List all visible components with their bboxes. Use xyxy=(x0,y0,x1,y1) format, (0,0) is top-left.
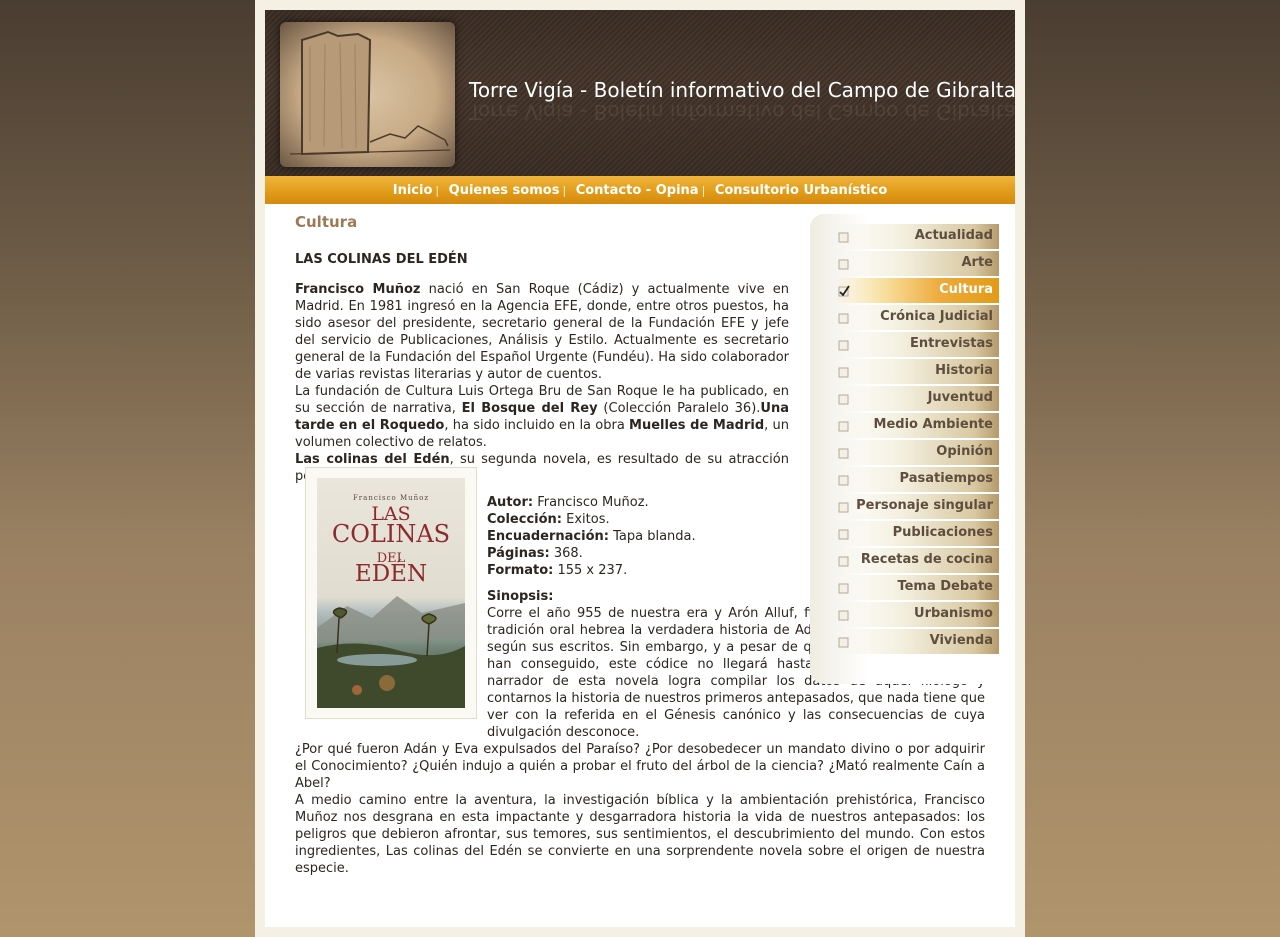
category-list: Actualidad Arte Cultura Crónica Judicial… xyxy=(834,224,999,656)
nav-inicio[interactable]: Inicio xyxy=(393,183,433,198)
site-title-reflection: Torre Vigía - Boletín informativo del Ca… xyxy=(469,100,1015,124)
sidebar-item-urbanismo[interactable]: Urbanismo xyxy=(834,602,999,627)
nav-separator: | xyxy=(435,184,440,197)
sinopsis-heading: Sinopsis: xyxy=(487,589,554,604)
sidebar-item-personaje-singular[interactable]: Personaje singular xyxy=(834,494,999,519)
book-cover: Francisco Muñoz LAS COLINAS DEL EDÉN xyxy=(317,478,465,708)
sidebar-item-label: Entrevistas xyxy=(910,336,993,351)
page-icon xyxy=(838,232,849,243)
nav-quienes-somos[interactable]: Quienes somos xyxy=(449,183,560,198)
page-icon xyxy=(838,394,849,405)
landscape-illustration xyxy=(317,596,465,708)
author-name: Francisco Muñoz xyxy=(295,282,421,297)
page-icon xyxy=(838,475,849,486)
sidebar-item-pasatiempos[interactable]: Pasatiempos xyxy=(834,467,999,492)
page-inner: Torre Vigía - Boletín informativo del Ca… xyxy=(265,10,1015,927)
tower-icon xyxy=(289,30,451,156)
page-icon xyxy=(838,367,849,378)
sidebar-item-recetas-de-cocina[interactable]: Recetas de cocina xyxy=(834,548,999,573)
page-frame: Torre Vigía - Boletín informativo del Ca… xyxy=(255,0,1025,937)
sidebar-item-label: Opinión xyxy=(936,444,993,459)
sidebar-item-entrevistas[interactable]: Entrevistas xyxy=(834,332,999,357)
page-icon xyxy=(838,313,849,324)
sidebar-item-arte[interactable]: Arte xyxy=(834,251,999,276)
meta-value: Exitos. xyxy=(562,512,610,527)
meta-value: 368. xyxy=(549,546,583,561)
page-icon xyxy=(838,610,849,621)
intro-text-2c: (Colección Paralelo 36). xyxy=(597,401,761,416)
sidebar-item-medio-ambiente[interactable]: Medio Ambiente xyxy=(834,413,999,438)
page-icon xyxy=(838,556,849,567)
sidebar-item-label: Actualidad xyxy=(914,228,993,243)
page-icon xyxy=(838,583,849,594)
sidebar-item-actualidad[interactable]: Actualidad xyxy=(834,224,999,249)
sidebar-item-historia[interactable]: Historia xyxy=(834,359,999,384)
sidebar-item-label: Vivienda xyxy=(929,633,993,648)
intro-text-2e: , ha sido incluido en la obra xyxy=(444,418,630,433)
article-intro: Francisco Muñoz nació en San Roque (Cádi… xyxy=(295,281,789,451)
sidebar-item-vivienda[interactable]: Vivienda xyxy=(834,629,999,654)
book-title-muelles: Muelles de Madrid xyxy=(629,418,765,433)
sidebar-item-label: Personaje singular xyxy=(856,498,993,513)
page-icon xyxy=(838,448,849,459)
sidebar-item-opinion[interactable]: Opinión xyxy=(834,440,999,465)
sidebar-item-label: Juventud xyxy=(927,390,993,405)
sidebar-item-tema-debate[interactable]: Tema Debate xyxy=(834,575,999,600)
sidebar-item-label: Pasatiempos xyxy=(899,471,993,486)
category-sidebar: Actualidad Arte Cultura Crónica Judicial… xyxy=(810,214,1003,684)
book-cover-image: Francisco Muñoz LAS COLINAS DEL EDÉN xyxy=(305,467,477,719)
page-icon xyxy=(838,637,849,648)
meta-label: Páginas: xyxy=(487,546,550,561)
nav-separator: | xyxy=(562,184,567,197)
page-icon xyxy=(838,259,849,270)
site-title: Torre Vigía - Boletín informativo del Ca… xyxy=(469,78,1015,102)
meta-label: Colección: xyxy=(487,512,562,527)
book-title-colinas: Las colinas del Edén xyxy=(295,452,450,467)
sidebar-item-label: Publicaciones xyxy=(892,525,993,540)
intro-text-1: nació en San Roque (Cádiz) y actualmente… xyxy=(295,282,789,382)
site-header: Torre Vigía - Boletín informativo del Ca… xyxy=(265,10,1015,176)
sidebar-item-cultura[interactable]: Cultura xyxy=(834,278,999,303)
meta-value: Tapa blanda. xyxy=(608,529,696,544)
page-icon xyxy=(838,529,849,540)
sidebar-item-label: Arte xyxy=(961,255,993,270)
sidebar-item-label: Medio Ambiente xyxy=(873,417,993,432)
meta-label: Autor: xyxy=(487,495,534,510)
sidebar-item-label: Crónica Judicial xyxy=(880,309,993,324)
nav-separator: | xyxy=(701,184,706,197)
meta-label: Encuadernación: xyxy=(487,529,609,544)
tower-logo[interactable] xyxy=(280,22,455,167)
checkmark-icon xyxy=(838,285,850,297)
page-icon xyxy=(838,502,849,513)
sinopsis-paragraph-3: A medio camino entre la aventura, la inv… xyxy=(295,793,985,876)
book-title-bosque: El Bosque del Rey xyxy=(461,401,598,416)
sidebar-item-juventud[interactable]: Juventud xyxy=(834,386,999,411)
sidebar-item-label: Historia xyxy=(935,363,993,378)
intro-paragraph-1: Francisco Muñoz nació en San Roque (Cádi… xyxy=(295,281,789,383)
page-icon xyxy=(838,421,849,432)
meta-label: Formato: xyxy=(487,563,554,578)
intro-paragraph-2: La fundación de Cultura Luis Ortega Bru … xyxy=(295,383,789,451)
sidebar-item-label: Tema Debate xyxy=(897,579,993,594)
page-icon xyxy=(838,340,849,351)
nav-consultorio-urbanistico[interactable]: Consultorio Urbanístico xyxy=(715,183,887,198)
sidebar-item-label: Urbanismo xyxy=(914,606,993,621)
sidebar-item-cronica-judicial[interactable]: Crónica Judicial xyxy=(834,305,999,330)
sinopsis-paragraph-2: ¿Por qué fueron Adán y Eva expulsados de… xyxy=(295,742,985,791)
meta-value: 155 x 237. xyxy=(553,563,628,578)
top-nav: Inicio | Quienes somos | Contacto - Opina |… xyxy=(265,176,1015,204)
meta-value: Francisco Muñoz. xyxy=(533,495,649,510)
sidebar-item-label: Recetas de cocina xyxy=(860,552,993,567)
sidebar-item-publicaciones[interactable]: Publicaciones xyxy=(834,521,999,546)
sidebar-item-label: Cultura xyxy=(939,282,993,297)
nav-contacto-opina[interactable]: Contacto - Opina xyxy=(576,183,699,198)
